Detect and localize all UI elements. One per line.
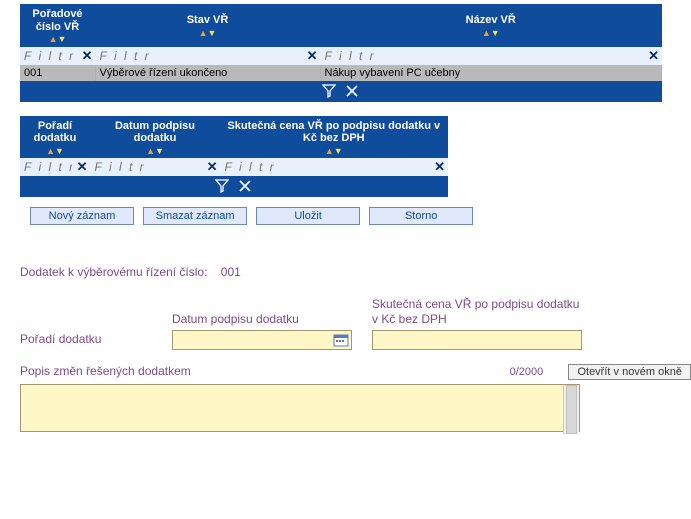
datum-label: Datum podpisu dodatku [172,312,352,326]
funnel-icon[interactable] [215,180,232,192]
sort-icons[interactable]: ▲▼ [94,146,216,156]
col-header-poradove-cislo[interactable]: Pořadové číslo VŘ ▲▼ [20,4,95,47]
table-row[interactable]: 001 Výběrové řízení ukončeno Nákup vybav… [20,65,662,81]
poradi-label: Pořadí dodatku [20,332,152,346]
cell-nazev: Nákup vybavení PC učebny [320,65,662,81]
sort-icons[interactable]: ▲▼ [99,28,316,38]
cell-cislo: 001 [20,65,95,81]
save-button[interactable]: Uložit [256,207,360,225]
clear-all-icon[interactable] [345,85,359,97]
form-title: Dodatek k výběrovému řízení číslo: 001 [20,265,691,279]
cena-input[interactable] [372,330,582,350]
filter-datum-input[interactable] [91,158,220,176]
clear-icon[interactable]: ✕ [82,48,93,64]
vr-table: Pořadové číslo VŘ ▲▼ Stav VŘ ▲▼ Název VŘ… [20,4,662,102]
filter-cena-input[interactable] [221,158,448,176]
col-header-nazev[interactable]: Název VŘ ▲▼ [320,4,662,47]
clear-icon[interactable]: ✕ [648,48,659,64]
col-header-stav[interactable]: Stav VŘ ▲▼ [95,4,320,47]
col-header-poradi[interactable]: Pořadí dodatku ▲▼ [20,116,90,159]
delete-record-button[interactable]: Smazat záznam [143,207,247,225]
clear-icon[interactable]: ✕ [307,48,318,64]
dodatek-table: Pořadí dodatku ▲▼ Datum podpisu dodatku … [20,116,448,198]
popis-label: Popis změn řešených dodatkem [20,364,484,378]
clear-icon[interactable]: ✕ [207,159,218,175]
clear-all-icon[interactable] [238,180,252,192]
funnel-icon[interactable] [322,85,339,97]
form-area: Dodatek k výběrovému řízení číslo: 001 P… [20,265,691,435]
cell-stav: Výběrové řízení ukončeno [95,65,320,81]
sort-icons[interactable]: ▲▼ [224,146,444,156]
col-header-cena[interactable]: Skutečná cena VŘ po podpisu dodatku v Kč… [220,116,448,159]
col-header-datum[interactable]: Datum podpisu dodatku ▲▼ [90,116,220,159]
calendar-icon[interactable] [333,332,349,348]
sort-icons[interactable]: ▲▼ [324,28,658,38]
cancel-button[interactable]: Storno [369,207,473,225]
filter-stav-input[interactable] [96,47,320,65]
sort-icons[interactable]: ▲▼ [24,34,91,44]
cena-label: Skutečná cena VŘ po podpisu dodatku v Kč… [372,297,582,326]
action-buttons: Nový záznam Smazat záznam Uložit Storno [30,207,691,225]
new-record-button[interactable]: Nový záznam [30,207,134,225]
char-counter: 0/2000 [496,366,556,378]
datum-input[interactable] [172,330,352,350]
clear-icon[interactable]: ✕ [434,159,445,175]
scrollbar[interactable] [563,385,579,434]
clear-icon[interactable]: ✕ [77,159,88,175]
open-new-window-button[interactable]: Otevřít v novém okně [568,364,691,380]
sort-icons[interactable]: ▲▼ [24,146,86,156]
popis-textarea[interactable] [20,384,580,432]
form-title-number: 001 [217,265,259,279]
filter-nazev-input[interactable] [321,47,662,65]
